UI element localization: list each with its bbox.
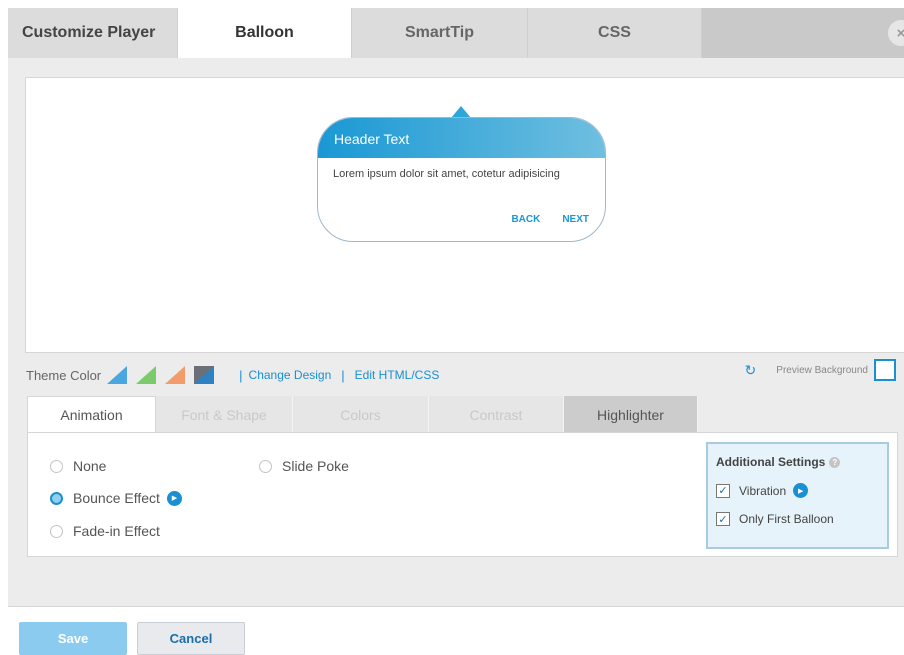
tab-contrast[interactable]: Contrast [429, 396, 564, 433]
theme-swatch-blue[interactable] [107, 366, 128, 384]
radio-label: Slide Poke [282, 458, 349, 474]
tab-css[interactable]: CSS [528, 8, 702, 58]
checkmark-icon: ✓ [716, 512, 730, 526]
radio-dot [50, 459, 63, 473]
only-first-balloon-label: Only First Balloon [739, 512, 834, 526]
preview-background-label: Preview Background [776, 364, 868, 376]
radio-dot [50, 491, 63, 505]
sub-tab-bar: Animation Font & Shape Colors Contrast H… [27, 396, 698, 433]
tab-balloon[interactable]: Balloon [178, 8, 352, 58]
only-first-balloon-checkbox[interactable]: ✓ Only First Balloon [716, 512, 887, 526]
radio-none[interactable]: None [50, 458, 106, 474]
additional-settings: Additional Settings ? ✓ Vibration ▶ ✓ On… [706, 442, 889, 549]
separator: | [239, 367, 243, 383]
cancel-button[interactable]: Cancel [137, 622, 245, 655]
animation-panel: None Bounce Effect ▶ Fade-in Effect Slid… [27, 432, 898, 557]
tab-colors[interactable]: Colors [293, 396, 429, 433]
theme-swatch-dark[interactable] [194, 366, 215, 384]
tab-animation[interactable]: Animation [27, 396, 156, 433]
tab-font-shape[interactable]: Font & Shape [156, 396, 293, 433]
additional-settings-title: Additional Settings ? [716, 455, 887, 469]
settings-title-text: Additional Settings [716, 455, 826, 469]
footer-divider [8, 606, 904, 607]
radio-dot [50, 524, 63, 538]
vibration-label: Vibration [739, 483, 787, 498]
tab-customize-player[interactable]: Customize Player [8, 8, 178, 58]
balloon-next-button[interactable]: NEXT [562, 214, 589, 225]
help-icon[interactable]: ? [829, 456, 841, 468]
edit-html-css-link[interactable]: Edit HTML/CSS [355, 368, 440, 382]
theme-color-label: Theme Color [26, 367, 102, 383]
balloon-header: Header Text [318, 118, 605, 158]
play-icon[interactable]: ▶ [793, 483, 809, 498]
preview-background-swatch[interactable] [874, 359, 896, 381]
save-button[interactable]: Save [19, 622, 127, 655]
theme-swatch-orange[interactable] [165, 366, 186, 384]
change-design-link[interactable]: Change Design [249, 368, 332, 382]
play-icon[interactable]: ▶ [166, 490, 182, 506]
radio-bounce-effect[interactable]: Bounce Effect ▶ [50, 490, 182, 506]
radio-slide-poke[interactable]: Slide Poke [259, 458, 349, 474]
balloon-back-button[interactable]: BACK [511, 214, 540, 225]
radio-fade-in-effect[interactable]: Fade-in Effect [50, 523, 160, 539]
checkmark-icon: ✓ [716, 483, 730, 498]
tab-highlighter[interactable]: Highlighter [564, 396, 698, 433]
balloon-body: Lorem ipsum dolor sit amet, cotetur adip… [333, 168, 560, 180]
balloon: Header Text Lorem ipsum dolor sit amet, … [317, 117, 606, 242]
vibration-checkbox[interactable]: ✓ Vibration ▶ [716, 483, 887, 498]
balloon-panel: Header Text Lorem ipsum dolor sit amet, … [8, 58, 904, 606]
radio-label: Bounce Effect [73, 490, 160, 506]
close-icon[interactable]: × [888, 20, 904, 46]
tab-smarttip[interactable]: SmartTip [352, 8, 528, 58]
theme-row: Theme Color | Change Design | Edit HTML/… [26, 362, 439, 388]
balloon-actions: BACK NEXT [511, 214, 589, 225]
separator: | [341, 367, 345, 383]
radio-label: None [73, 458, 107, 474]
top-tab-bar: Customize Player Balloon SmartTip CSS × [8, 8, 904, 58]
preview-background: ↻ Preview Background [745, 359, 896, 381]
radio-label: Fade-in Effect [73, 523, 160, 539]
radio-dot [259, 459, 272, 473]
theme-swatch-green[interactable] [136, 366, 157, 384]
balloon-preview: Header Text Lorem ipsum dolor sit amet, … [25, 77, 904, 353]
refresh-icon[interactable]: ↻ [745, 362, 757, 379]
